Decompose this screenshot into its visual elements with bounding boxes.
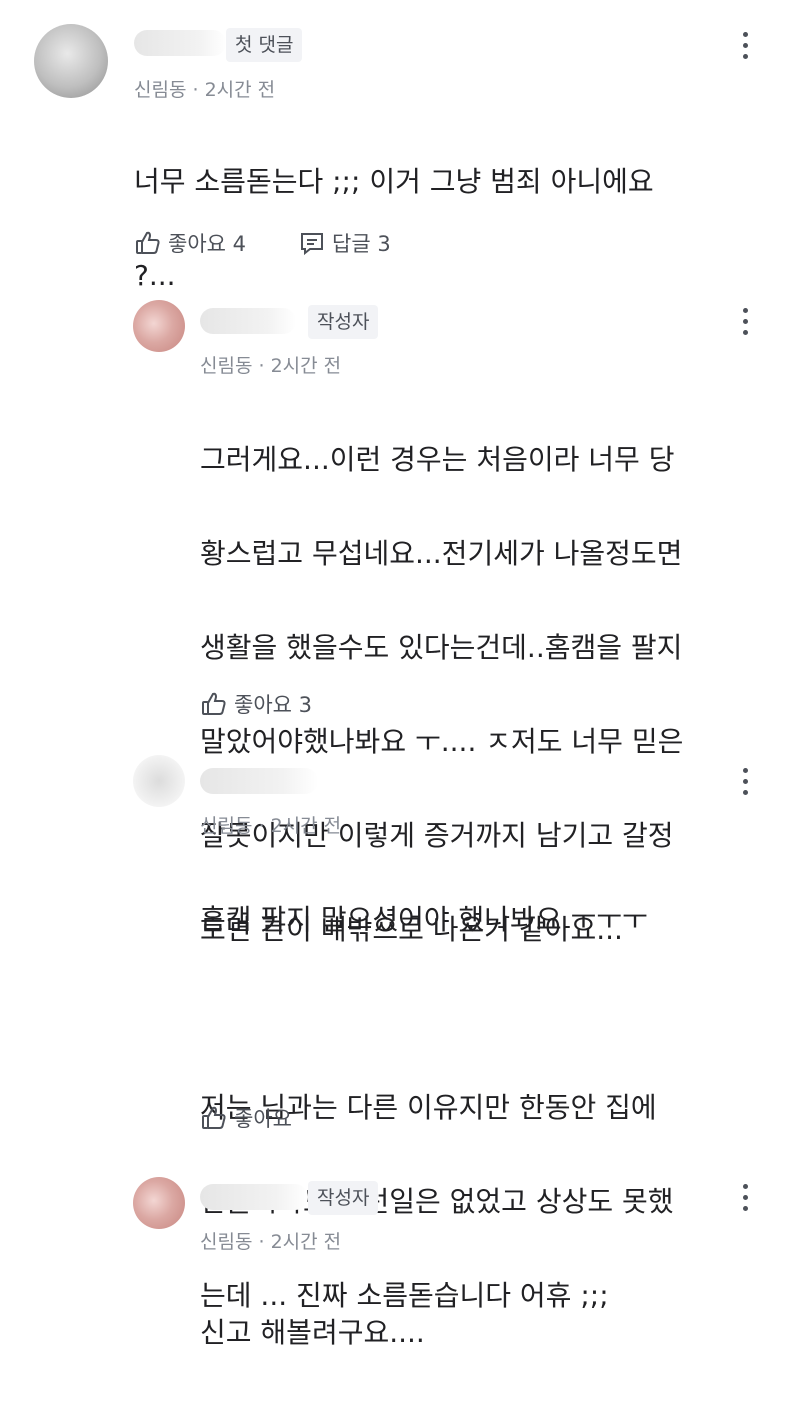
- text-line: 황스럽고 무섭네요...전기세가 나올정도면: [200, 537, 683, 570]
- author-badge: 작성자: [308, 305, 379, 339]
- text-line: 생활을 했을수도 있다는건데..홈캠을 팔지: [200, 631, 683, 664]
- meta-separator: ·: [258, 355, 265, 377]
- text-line: 말았어야했나봐요 ㅜ.... ㅈ저도 너무 믿은: [200, 725, 684, 758]
- avatar[interactable]: [133, 1177, 185, 1229]
- reply-button[interactable]: 답글 3: [298, 228, 391, 258]
- like-button[interactable]: 좋아요 3: [200, 689, 312, 719]
- location: 신림동: [200, 1231, 253, 1253]
- meta-separator: ·: [258, 815, 265, 837]
- like-button[interactable]: 좋아요 4: [134, 228, 246, 258]
- username-blurred[interactable]: [134, 30, 226, 56]
- first-comment-badge: 첫 댓글: [226, 28, 303, 62]
- timestamp: 2시간 전: [270, 1231, 342, 1253]
- location: 신림동: [200, 355, 253, 377]
- more-options-icon[interactable]: [740, 32, 750, 65]
- username-blurred[interactable]: [200, 308, 296, 334]
- thumbs-up-icon: [202, 692, 226, 715]
- username-blurred[interactable]: [200, 1184, 308, 1210]
- meta-separator: ·: [258, 1231, 265, 1253]
- comment-meta: 신림동 · 2시간 전: [134, 75, 275, 102]
- author-badge: 작성자: [308, 1181, 379, 1215]
- thumbs-up-icon: [136, 231, 160, 254]
- comment-meta: 신림동 · 2시간 전: [200, 351, 341, 378]
- timestamp: 2시간 전: [270, 815, 342, 837]
- text-line: 너무 소름돋는다 ;;; 이거 그냥 범죄 아니에요: [134, 165, 654, 198]
- avatar[interactable]: [133, 755, 185, 807]
- location: 신림동: [200, 815, 253, 837]
- meta-separator: ·: [192, 79, 199, 101]
- comment-meta: 신림동 · 2시간 전: [200, 811, 341, 838]
- comment-meta: 신림동 · 2시간 전: [200, 1227, 341, 1254]
- like-label: 좋아요: [234, 1107, 292, 1131]
- like-label: 좋아요 3: [234, 693, 312, 717]
- reply-icon: [301, 233, 323, 256]
- timestamp: 2시간 전: [204, 79, 276, 101]
- text-line: 신고 해볼려구요....: [200, 1316, 425, 1349]
- avatar[interactable]: [133, 300, 185, 352]
- thumbs-up-icon: [202, 1106, 226, 1129]
- text-line: 홈캠 팔지 말으셨어야 했나봐요 ㅜㅜㅜ: [200, 903, 648, 936]
- location: 신림동: [134, 79, 187, 101]
- reply-label: 답글 3: [332, 232, 391, 256]
- like-button[interactable]: 좋아요: [200, 1103, 292, 1133]
- timestamp: 2시간 전: [270, 355, 342, 377]
- comment-text: 신고 해볼려구요....: [200, 1262, 780, 1403]
- more-options-icon[interactable]: [740, 768, 750, 801]
- text-line: ?...: [134, 259, 176, 292]
- like-label: 좋아요 4: [168, 232, 246, 256]
- avatar[interactable]: [34, 24, 108, 98]
- more-options-icon[interactable]: [740, 1184, 750, 1217]
- more-options-icon[interactable]: [740, 308, 750, 341]
- username-blurred[interactable]: [200, 768, 318, 794]
- text-line: 그러게요...이런 경우는 처음이라 너무 당: [200, 443, 675, 476]
